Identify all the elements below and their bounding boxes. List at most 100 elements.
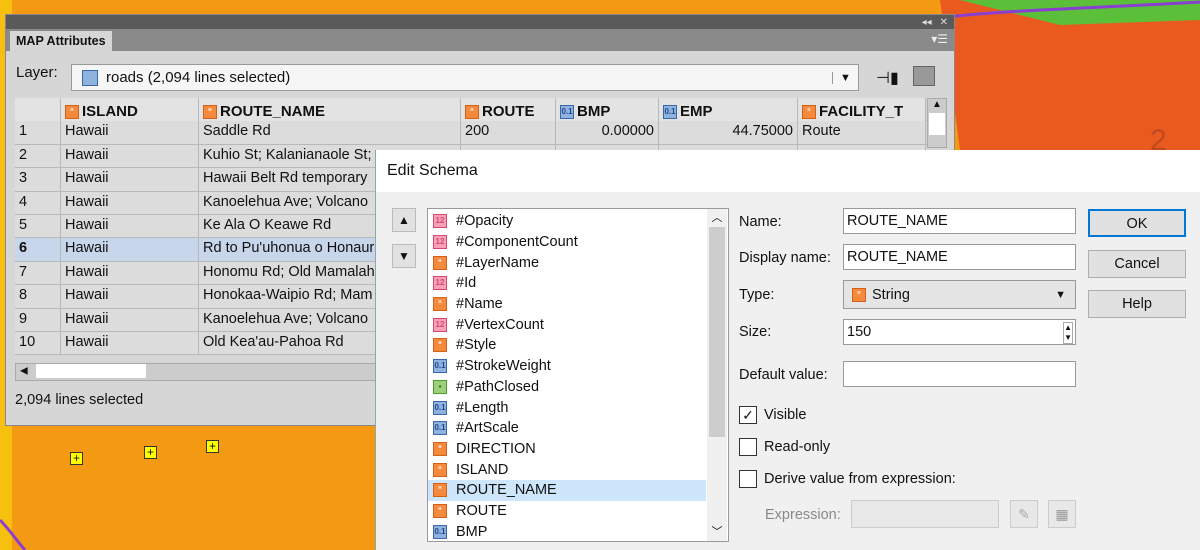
- map-point-marker[interactable]: +: [144, 446, 157, 459]
- field-list-item[interactable]: 12 #ComponentCount: [428, 232, 706, 253]
- pencil-icon[interactable]: ✎: [1010, 500, 1038, 528]
- table-cell-island[interactable]: Hawaii: [61, 214, 199, 238]
- table-row[interactable]: 1 Hawaii Saddle Rd 200 0.00000 44.75000 Route: [15, 121, 947, 145]
- float-icon: 0.1: [433, 400, 447, 415]
- layer-select[interactable]: roads (2,094 lines selected) ▼: [71, 64, 859, 91]
- table-cell-island[interactable]: Hawaii: [61, 308, 199, 331]
- move-up-button[interactable]: ▲: [392, 208, 416, 232]
- expression-label: Expression:: [765, 507, 841, 523]
- table-cell-island[interactable]: Hawaii: [61, 168, 199, 191]
- table-cell-n[interactable]: 5: [15, 214, 61, 238]
- field-list-item[interactable]: 12 #VertexCount: [428, 314, 706, 335]
- derive-expression-checkbox[interactable]: Derive value from expression:: [739, 470, 956, 488]
- field-list-item[interactable]: “ ROUTE: [428, 501, 706, 522]
- table-cell-route[interactable]: 200: [461, 121, 556, 144]
- field-list-item[interactable]: “ #Style: [428, 335, 706, 356]
- chevron-down-icon[interactable]: ▼: [832, 71, 858, 84]
- field-list-item[interactable]: “ ISLAND: [428, 459, 706, 480]
- field-list-item[interactable]: 0.1 #StrokeWeight: [428, 356, 706, 377]
- field-name: BMP: [456, 523, 488, 540]
- ok-button[interactable]: OK: [1088, 209, 1186, 237]
- help-button[interactable]: Help: [1088, 290, 1186, 318]
- map-point-marker[interactable]: +: [206, 440, 219, 453]
- string-icon: “: [65, 104, 79, 119]
- string-icon: “: [433, 338, 447, 353]
- table-cell-island[interactable]: Hawaii: [61, 331, 199, 355]
- string-icon: “: [433, 503, 447, 518]
- display-name-input[interactable]: ROUTE_NAME: [843, 244, 1076, 270]
- expression-input[interactable]: [851, 500, 999, 528]
- table-cell-route-name[interactable]: Saddle Rd: [199, 121, 461, 144]
- field-name: #Opacity: [456, 213, 514, 230]
- tab-map-attributes[interactable]: MAP Attributes: [10, 31, 112, 51]
- table-cell-n[interactable]: 6: [15, 238, 61, 261]
- table-cell-island[interactable]: Hawaii: [61, 191, 199, 214]
- field-list-item[interactable]: “ #LayerName: [428, 252, 706, 273]
- list-scrollbar[interactable]: ︿ ﹀: [707, 209, 727, 541]
- table-cell-n[interactable]: 1: [15, 121, 61, 144]
- edit-schema-dialog: Edit Schema ▲ ▼ 12 #Opacity 12 #ComponentCo…: [375, 150, 1200, 550]
- field-list-item[interactable]: 0.1 #ArtScale: [428, 418, 706, 439]
- table-cell-n[interactable]: 8: [15, 285, 61, 308]
- horizontal-scrollbar[interactable]: ◀: [15, 363, 380, 381]
- default-value-label: Default value:: [739, 367, 828, 383]
- connect-icon[interactable]: ⊣▮: [876, 68, 899, 88]
- field-list-item[interactable]: 0.1 BMP: [428, 521, 706, 542]
- visible-checkbox[interactable]: ✓ Visible: [739, 406, 806, 424]
- cancel-button[interactable]: Cancel: [1088, 250, 1186, 278]
- calculator-icon[interactable]: ▦: [1048, 500, 1076, 528]
- field-name: #ArtScale: [456, 420, 519, 437]
- status-text: 2,094 lines selected: [15, 392, 144, 408]
- table-options-icon[interactable]: [913, 66, 935, 86]
- field-list[interactable]: 12 #Opacity 12 #ComponentCount “#LayerName 12…: [427, 208, 729, 542]
- field-list-item[interactable]: 12 #Opacity: [428, 211, 706, 232]
- string-icon: “: [465, 104, 479, 119]
- field-list-item[interactable]: 12 #Id: [428, 273, 706, 294]
- size-stepper[interactable]: 150 ▲ ▼: [843, 319, 1076, 345]
- field-list-item[interactable]: “ #Name: [428, 294, 706, 315]
- stepper-arrows-icon[interactable]: ▲ ▼: [1063, 322, 1073, 344]
- integer-icon: 12: [433, 276, 447, 291]
- close-icon[interactable]: ✕: [940, 17, 948, 28]
- float-icon: 0.1: [663, 104, 677, 119]
- table-cell-island[interactable]: Hawaii: [61, 238, 199, 261]
- field-list-item[interactable]: ▪ #PathClosed: [428, 377, 706, 398]
- default-value-input[interactable]: [843, 361, 1076, 387]
- collapse-icon[interactable]: ◂◂: [922, 17, 932, 28]
- field-list-item[interactable]: “ ROUTE_NAME: [428, 479, 706, 501]
- check-icon: ✓: [739, 406, 757, 424]
- map-point-marker[interactable]: +: [70, 452, 83, 465]
- table-cell-island[interactable]: Hawaii: [61, 121, 199, 144]
- table-cell-n[interactable]: 2: [15, 144, 61, 168]
- chevron-down-icon: ▼: [1055, 288, 1066, 301]
- move-down-button[interactable]: ▼: [392, 244, 416, 268]
- readonly-checkbox[interactable]: Read-only: [739, 438, 830, 456]
- vertical-scrollbar[interactable]: ▲: [927, 98, 947, 148]
- table-cell-bmp[interactable]: 0.00000: [556, 121, 659, 144]
- table-cell-n[interactable]: 10: [15, 331, 61, 355]
- type-select[interactable]: “String ▼: [843, 280, 1076, 309]
- field-list-item[interactable]: 0.1 #Length: [428, 397, 706, 418]
- field-name: #VertexCount: [456, 316, 544, 333]
- field-name: ISLAND: [456, 461, 509, 478]
- table-cell-facility[interactable]: Route: [798, 121, 926, 144]
- dialog-title: Edit Schema: [376, 150, 1200, 192]
- name-input[interactable]: ROUTE_NAME: [843, 208, 1076, 234]
- field-name: #LayerName: [456, 254, 540, 271]
- panel-menu-icon[interactable]: ▾☰: [931, 32, 948, 46]
- float-icon: 0.1: [560, 104, 574, 119]
- table-header: “ISLAND “ROUTE_NAME “ROUTE 0.1 BMP 0.1 EMP…: [15, 98, 947, 125]
- float-icon: 0.1: [433, 359, 447, 374]
- table-cell-n[interactable]: 4: [15, 191, 61, 214]
- table-cell-island[interactable]: Hawaii: [61, 144, 199, 168]
- table-cell-island[interactable]: Hawaii: [61, 261, 199, 285]
- table-cell-n[interactable]: 3: [15, 168, 61, 191]
- field-name: DIRECTION: [456, 440, 536, 457]
- table-cell-emp[interactable]: 44.75000: [659, 121, 798, 144]
- table-cell-n[interactable]: 7: [15, 261, 61, 285]
- integer-icon: 12: [433, 214, 447, 229]
- table-cell-island[interactable]: Hawaii: [61, 285, 199, 308]
- table-cell-n[interactable]: 9: [15, 308, 61, 331]
- field-list-item[interactable]: “ DIRECTION: [428, 439, 706, 460]
- integer-icon: 12: [433, 317, 447, 332]
